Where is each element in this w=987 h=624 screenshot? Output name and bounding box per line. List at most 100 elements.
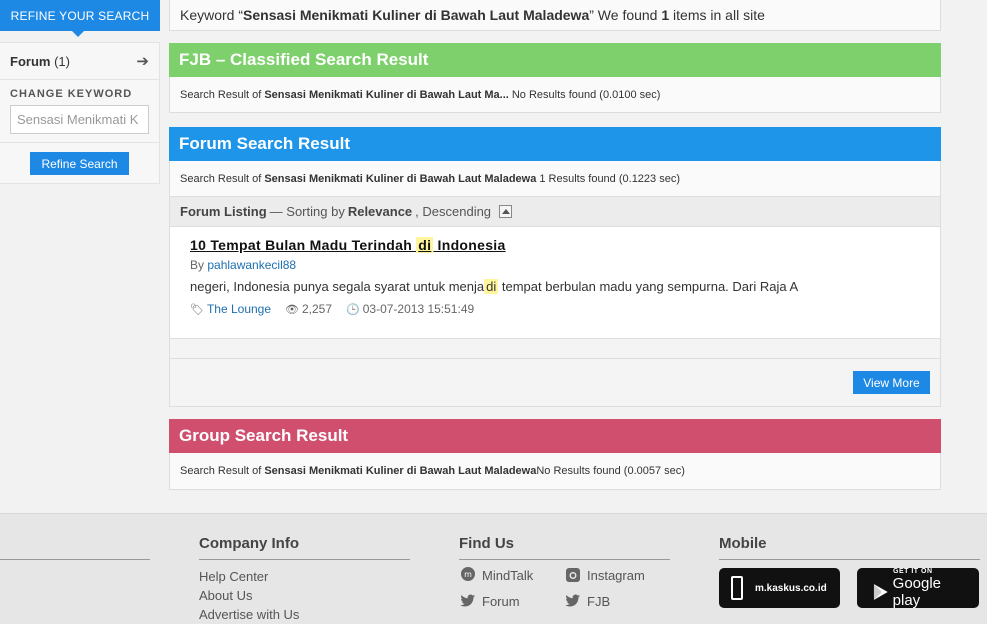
- keyword-text: Sensasi Menikmati Kuliner di Bawah Laut …: [243, 7, 590, 23]
- sort-field: Relevance: [347, 204, 413, 219]
- by-label: By: [190, 258, 205, 272]
- group-result-summary: Search Result of Sensasi Menikmati Kulin…: [169, 453, 941, 490]
- snippet-part: negeri, Indonesia punya segala syarat un…: [190, 279, 485, 294]
- google-play-button[interactable]: GET IT ON Google play: [857, 567, 979, 609]
- forum-result-item: 10 Tempat Bulan Madu Terindah di Indones…: [169, 227, 941, 339]
- fjb-twitter-link[interactable]: FJB: [564, 593, 664, 609]
- keyword-summary-bar: Keyword “Sensasi Menikmati Kuliner di Ba…: [169, 0, 941, 31]
- refine-sidebar: Forum (1) ➔ CHANGE KEYWORD Refine Search: [0, 42, 160, 184]
- result-title-part: Indonesia: [433, 237, 506, 253]
- change-keyword-section: CHANGE KEYWORD: [0, 80, 159, 143]
- forum-twitter-link[interactable]: Forum: [459, 593, 564, 609]
- forum-twitter-label: Forum: [482, 593, 520, 609]
- result-snippet: negeri, Indonesia punya segala syarat un…: [190, 279, 920, 294]
- site-footer: on Company Info Help Center About Us Adv…: [0, 513, 987, 624]
- company-links: Help Center About Us Advertise with Us: [199, 567, 410, 624]
- footer-col1-title: on: [0, 535, 150, 560]
- sorting-text: — Sorting by: [269, 204, 345, 219]
- instagram-link[interactable]: Instagram: [564, 567, 664, 583]
- google-play-main: Google play: [873, 575, 971, 609]
- category-link[interactable]: The Lounge: [207, 302, 271, 316]
- view-count: 2,257: [302, 302, 333, 316]
- google-play-icon: [873, 583, 888, 600]
- forum-result-summary: Search Result of Sensasi Menikmati Kulin…: [169, 161, 941, 197]
- company-info-title: Company Info: [199, 535, 410, 560]
- fjb-summary-prefix: Search Result of: [180, 88, 262, 101]
- fjb-section: FJB – Classified Search Result Search Re…: [169, 43, 941, 113]
- snippet-part: tempat berbulan madu yang sempurna. Dari…: [498, 279, 799, 294]
- snippet-highlight: di: [484, 279, 499, 294]
- google-play-label: Google play: [892, 574, 942, 609]
- refine-search-button[interactable]: Refine Search: [30, 152, 129, 175]
- forum-section-title: Forum Search Result: [169, 127, 941, 161]
- instagram-label: Instagram: [587, 567, 645, 583]
- forum-summary-prefix: Search Result of: [180, 172, 262, 185]
- footer-col-find-us: Find Us m MindTalk Instagram Forum FJB: [459, 535, 670, 609]
- view-more-row: View More: [169, 359, 941, 407]
- collapse-icon[interactable]: [499, 205, 513, 218]
- result-title-highlight: di: [416, 237, 434, 253]
- fjb-summary-keyword: Sensasi Menikmati Kuliner di Bawah Laut …: [264, 88, 509, 101]
- mobile-store-buttons: m.kaskus.co.id GET IT ON Google play: [719, 567, 980, 609]
- keyword-suffix: items in all site: [669, 7, 765, 23]
- twitter-icon: [564, 593, 582, 609]
- find-us-title: Find Us: [459, 535, 670, 560]
- mobile-site-button[interactable]: m.kaskus.co.id: [719, 568, 840, 608]
- change-keyword-label: CHANGE KEYWORD: [10, 88, 133, 100]
- mindtalk-label: MindTalk: [482, 567, 534, 583]
- group-section-title: Group Search Result: [169, 419, 941, 453]
- forum-filter-name: Forum: [10, 53, 51, 69]
- fjb-result-summary: Search Result of Sensasi Menikmati Kulin…: [169, 77, 941, 113]
- fjb-twitter-label: FJB: [587, 593, 611, 609]
- about-us-link[interactable]: About Us: [199, 586, 410, 605]
- forum-filter-label: Forum (1): [10, 54, 70, 69]
- phone-icon: [731, 576, 743, 600]
- mobile-title: Mobile: [719, 535, 980, 560]
- group-summary-keyword: Sensasi Menikmati Kuliner di Bawah Laut …: [264, 465, 537, 477]
- advertise-link[interactable]: Advertise with Us: [199, 605, 410, 624]
- find-us-links: m MindTalk Instagram Forum FJB: [459, 567, 670, 609]
- forum-listing-bar: Forum Listing — Sorting by Relevance, De…: [169, 197, 941, 227]
- arrow-right-icon[interactable]: ➔: [136, 52, 149, 70]
- forum-summary-keyword: Sensasi Menikmati Kuliner di Bawah Laut …: [264, 172, 537, 185]
- group-section: Group Search Result Search Result of Sen…: [169, 419, 941, 490]
- google-play-small-label: GET IT ON: [893, 567, 933, 575]
- group-summary-status: No Results found (0.0057 sec): [536, 465, 685, 477]
- result-author-line: By pahlawankecil88: [190, 258, 920, 272]
- view-more-button[interactable]: View More: [853, 371, 930, 394]
- refine-your-search-tab[interactable]: REFINE YOUR SEARCH: [0, 0, 160, 37]
- forum-filter-item[interactable]: Forum (1) ➔: [0, 43, 159, 80]
- mindtalk-link[interactable]: m MindTalk: [459, 567, 564, 583]
- result-count: 1: [661, 7, 670, 23]
- keyword-middle: ” We found: [589, 7, 662, 23]
- footer-col-mobile: Mobile m.kaskus.co.id GET IT ON Google p…: [719, 535, 980, 609]
- result-title-link[interactable]: 10 Tempat Bulan Madu Terindah di Indones…: [190, 237, 920, 253]
- sort-order: , Descending: [415, 204, 492, 219]
- help-center-link[interactable]: Help Center: [199, 567, 410, 586]
- twitter-icon: [459, 593, 477, 609]
- result-title-part: 10 Tempat Bulan Madu Terindah: [190, 237, 417, 253]
- forum-listing-label: Forum Listing: [180, 204, 267, 219]
- instagram-icon: [564, 567, 582, 583]
- tag-icon: 🏷: [190, 303, 204, 316]
- fjb-section-title: FJB – Classified Search Result: [169, 43, 941, 77]
- forum-summary-status: 1 Results found (0.1223 sec): [539, 172, 680, 185]
- author-link[interactable]: pahlawankecil88: [207, 258, 296, 272]
- forum-section: Forum Search Result Search Result of Sen…: [169, 127, 941, 407]
- fjb-summary-status: No Results found (0.0100 sec): [511, 88, 661, 101]
- mindtalk-icon: m: [459, 567, 477, 583]
- clock-icon: 🕒: [346, 303, 360, 316]
- post-datetime: 03-07-2013 15:51:49: [362, 302, 475, 316]
- result-divider: [169, 339, 941, 359]
- footer-col-navigation: on: [0, 535, 150, 560]
- keyword-prefix: Keyword “: [180, 7, 244, 23]
- svg-text:m: m: [464, 570, 472, 579]
- keyword-input[interactable]: [10, 105, 149, 134]
- result-meta: 🏷 The Lounge 👁 2,257 🕒 03-07-2013 15:51:…: [190, 302, 920, 316]
- group-summary-prefix: Search Result of: [180, 465, 262, 477]
- eye-icon: 👁: [285, 303, 299, 316]
- mobile-site-label: m.kaskus.co.id: [755, 582, 827, 594]
- footer-col-company: Company Info Help Center About Us Advert…: [199, 535, 410, 624]
- forum-filter-count: (1): [54, 53, 70, 69]
- refine-button-wrap: Refine Search: [0, 143, 159, 183]
